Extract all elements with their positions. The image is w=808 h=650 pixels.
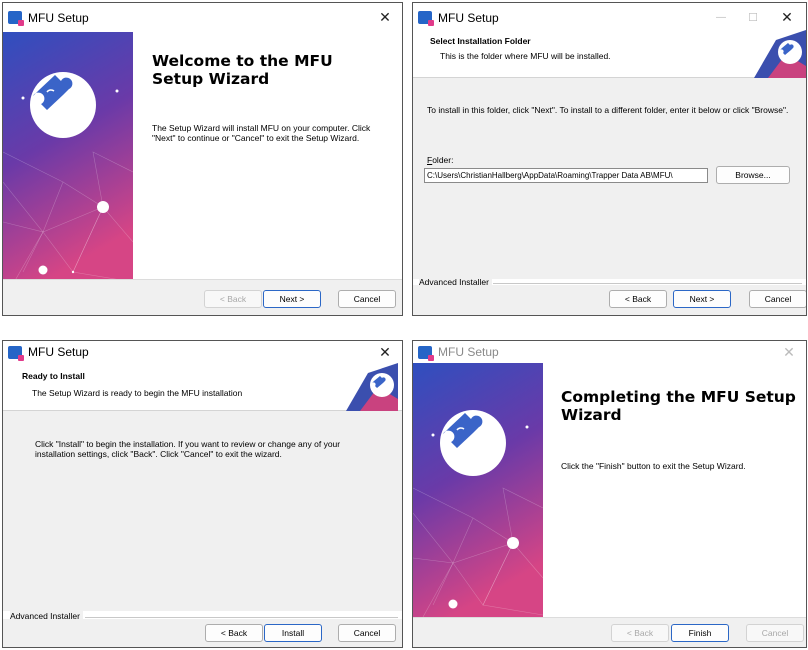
page-subtitle: This is the folder where MFU will be ins… [440, 51, 611, 61]
cancel-button[interactable]: Cancel [749, 290, 806, 308]
window-title: MFU Setup [438, 10, 499, 25]
cancel-button[interactable]: Cancel [338, 290, 396, 308]
title-bar[interactable]: MFU Setup ✕ [3, 341, 402, 363]
back-button[interactable]: < Back [609, 290, 667, 308]
title-bar[interactable]: MFU Setup ✕ [413, 341, 806, 363]
button-bar: < Back Next > Cancel [413, 285, 806, 315]
back-button[interactable]: < Back [205, 624, 263, 642]
next-button[interactable]: Next > [673, 290, 731, 308]
puzzle-logo-icon [30, 72, 96, 138]
divider [85, 617, 398, 618]
button-bar: < Back Next > Cancel [3, 279, 402, 315]
ready-instructions: Click "Install" to begin the installatio… [35, 439, 341, 459]
puzzle-logo-icon [440, 410, 506, 476]
window-title: MFU Setup [28, 10, 89, 25]
install-button[interactable]: Install [264, 624, 322, 642]
select-folder-window: MFU Setup — ☐ ✕ Select Installation Fold… [412, 2, 807, 316]
cancel-button[interactable]: Cancel [746, 624, 804, 642]
folder-label-text: older: [432, 155, 454, 165]
banner-logo-icon [346, 363, 398, 411]
app-icon [8, 345, 24, 361]
next-button[interactable]: Next > [263, 290, 321, 308]
completing-window: MFU Setup ✕ Completing the MFU Setup Wiz… [412, 340, 807, 648]
page-subtitle: The Setup Wizard is ready to begin the M… [32, 388, 243, 398]
finish-button[interactable]: Finish [671, 624, 729, 642]
divider [493, 283, 802, 284]
back-button[interactable]: < Back [611, 624, 669, 642]
folder-instructions: To install in this folder, click "Next".… [427, 105, 789, 115]
welcome-window: MFU Setup ✕ Welcome to the MFU Setup Wiz… [2, 2, 403, 316]
title-bar[interactable]: MFU Setup — ☐ ✕ [413, 3, 806, 32]
browse-button[interactable]: Browse... [716, 166, 790, 184]
close-icon[interactable]: ✕ [774, 341, 804, 363]
app-icon [418, 11, 434, 26]
page-title: Ready to Install [22, 371, 85, 381]
folder-label: Folder: [427, 155, 453, 165]
app-icon [8, 11, 24, 26]
close-icon[interactable]: ✕ [370, 3, 400, 32]
brand-sidebar [413, 363, 543, 617]
back-button[interactable]: < Back [204, 290, 262, 308]
button-bar: < Back Finish Cancel [413, 617, 806, 647]
cancel-button[interactable]: Cancel [338, 624, 396, 642]
ready-to-install-window: MFU Setup ✕ Ready to Install The Setup W… [2, 340, 403, 648]
brand-artwork [3, 32, 133, 284]
close-icon[interactable]: ✕ [772, 3, 802, 32]
banner-logo-icon [754, 30, 806, 78]
page-title: Select Installation Folder [430, 36, 531, 46]
brand-sidebar [3, 32, 133, 284]
welcome-body: The Setup Wizard will install MFU on you… [152, 123, 371, 143]
folder-path-input[interactable]: C:\Users\ChristianHallberg\AppData\Roami… [424, 168, 708, 183]
minimize-icon[interactable]: — [706, 3, 736, 32]
maximize-icon[interactable]: ☐ [738, 3, 768, 32]
completing-body: Click the "Finish" button to exit the Se… [561, 461, 746, 471]
close-icon[interactable]: ✕ [370, 341, 400, 363]
header-banner: Ready to Install The Setup Wizard is rea… [3, 363, 402, 411]
app-icon [418, 345, 434, 361]
window-title: MFU Setup [438, 345, 499, 359]
window-title: MFU Setup [28, 345, 89, 359]
brand-artwork [413, 363, 543, 617]
completing-heading: Completing the MFU Setup Wizard [561, 388, 796, 424]
header-banner: Select Installation Folder This is the f… [413, 30, 806, 78]
welcome-heading: Welcome to the MFU Setup Wizard [152, 52, 333, 88]
title-bar[interactable]: MFU Setup ✕ [3, 3, 402, 32]
button-bar: < Back Install Cancel [3, 619, 402, 647]
